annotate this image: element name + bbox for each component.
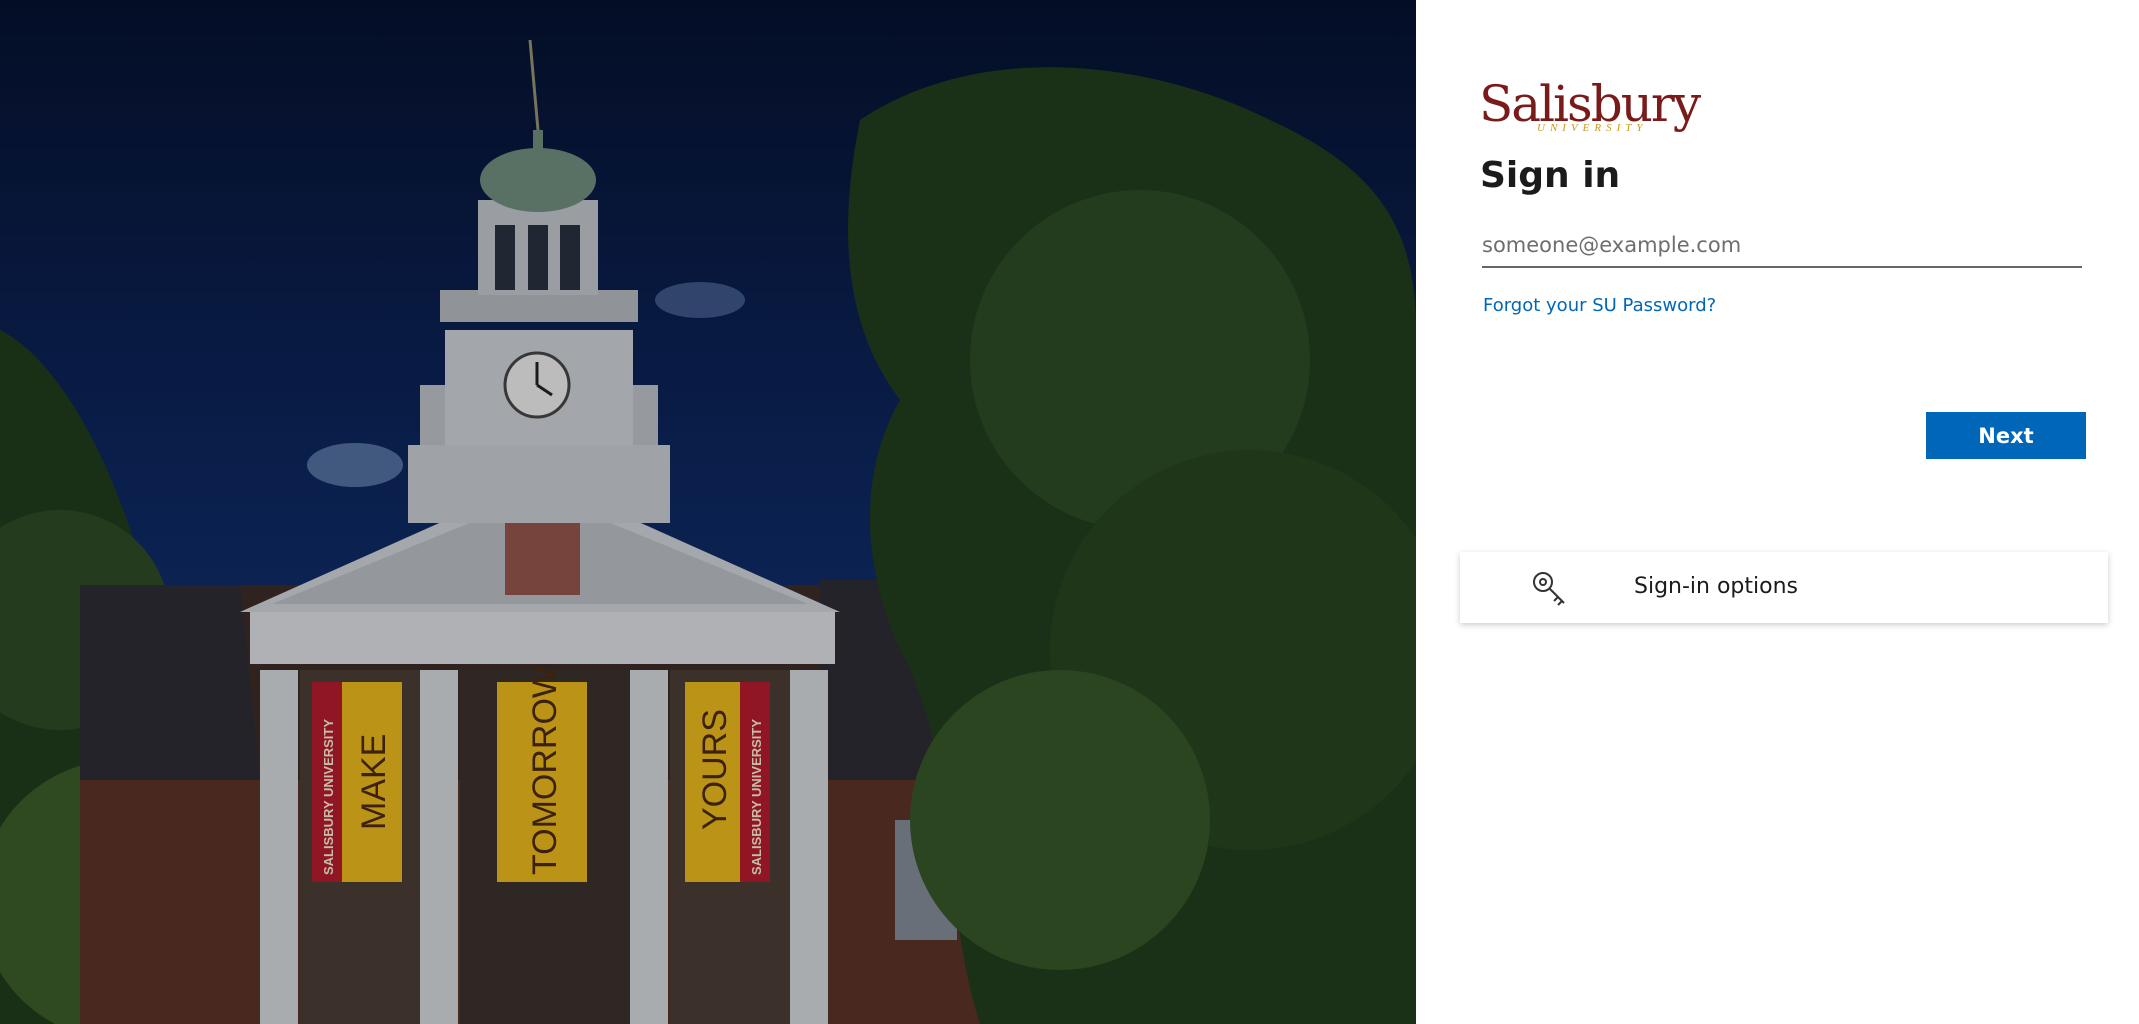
salisbury-logo: Salisbury UNIVERSITY [1479, 72, 1701, 136]
background-photo: SALISBURY UNIVERSITY MAKE TOMORROW YOURS… [0, 0, 1416, 1024]
signin-options-button[interactable]: Sign-in options [1460, 552, 2108, 623]
logo-subtitle: UNIVERSITY [1537, 122, 1648, 134]
next-button[interactable]: Next [1926, 412, 2086, 459]
campus-building-illustration: SALISBURY UNIVERSITY MAKE TOMORROW YOURS… [0, 0, 1416, 1024]
page-title: Sign in [1480, 155, 1621, 196]
email-input[interactable] [1482, 224, 2082, 268]
signin-panel: Salisbury UNIVERSITY Sign in Forgot your… [1416, 0, 2139, 1024]
signin-options-label: Sign-in options [1634, 574, 1799, 599]
key-icon [1530, 569, 1568, 607]
forgot-password-link[interactable]: Forgot your SU Password? [1483, 295, 1716, 316]
